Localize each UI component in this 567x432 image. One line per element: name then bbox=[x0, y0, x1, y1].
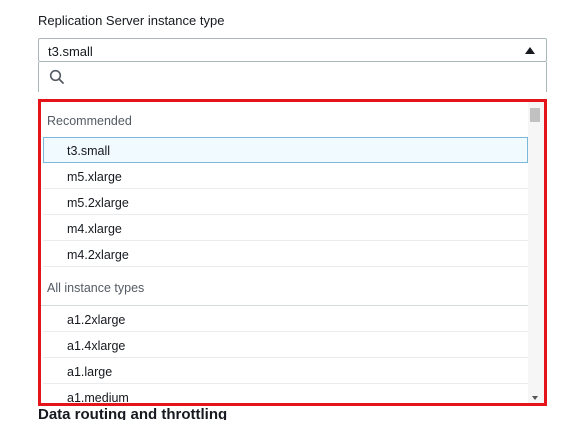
scroll-thumb[interactable] bbox=[530, 108, 540, 122]
search-input[interactable] bbox=[38, 62, 547, 92]
scroll-down-arrow-icon[interactable] bbox=[532, 396, 538, 400]
option-m4-2xlarge[interactable]: m4.2xlarge bbox=[43, 241, 528, 267]
option-a1-large[interactable]: a1.large bbox=[43, 358, 528, 384]
option-t3-small[interactable]: t3.small bbox=[43, 137, 528, 163]
option-a1-4xlarge[interactable]: a1.4xlarge bbox=[43, 332, 528, 358]
group-header-all-instance-types: All instance types bbox=[47, 281, 145, 295]
option-m5-2xlarge[interactable]: m5.2xlarge bbox=[43, 189, 528, 215]
scrollbar[interactable] bbox=[528, 102, 544, 403]
selected-value: t3.small bbox=[48, 44, 93, 59]
group-header-recommended: Recommended bbox=[47, 114, 132, 128]
option-a1-2xlarge[interactable]: a1.2xlarge bbox=[43, 306, 528, 332]
caret-up-icon[interactable] bbox=[525, 47, 535, 54]
instance-type-select[interactable]: t3.small bbox=[38, 38, 547, 62]
field-label: Replication Server instance type bbox=[38, 13, 225, 28]
option-a1-medium[interactable]: a1.medium bbox=[43, 384, 528, 403]
option-m5-xlarge[interactable]: m5.xlarge bbox=[43, 163, 528, 189]
section-heading-behind: Data routing and throttling bbox=[38, 406, 228, 420]
search-icon bbox=[49, 69, 64, 84]
options-list: Recommended t3.small m5.xlarge m5.2xlarg… bbox=[41, 102, 528, 403]
option-m4-xlarge[interactable]: m4.xlarge bbox=[43, 215, 528, 241]
instance-type-dropdown-list: Recommended t3.small m5.xlarge m5.2xlarg… bbox=[38, 99, 547, 406]
